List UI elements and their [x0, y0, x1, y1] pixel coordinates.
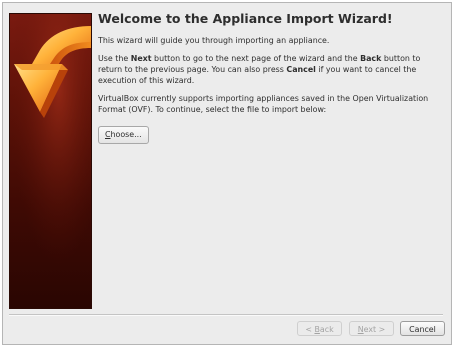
back-keyword: Back — [360, 54, 382, 63]
choose-file-button[interactable]: Choose... — [98, 126, 149, 144]
import-arrow-icon — [10, 14, 91, 308]
cancel-keyword: Cancel — [286, 65, 316, 74]
footer-separator — [9, 314, 443, 316]
next-button[interactable]: Next > — [349, 321, 394, 336]
nav-help-part-2: button to go to the next page of the wiz… — [151, 54, 361, 63]
wizard-title: Welcome to the Appliance Import Wizard! — [98, 11, 393, 26]
ovf-info-text: VirtualBox currently supports importing … — [98, 94, 429, 114]
wizard-content: Welcome to the Appliance Import Wizard! … — [98, 11, 443, 144]
next-keyword: Next — [130, 54, 152, 63]
back-button[interactable]: < Back — [297, 321, 342, 336]
next-label-rest: ext > — [363, 325, 386, 334]
nav-help-part-1: Use the — [98, 54, 131, 63]
import-wizard-window: Welcome to the Appliance Import Wizard! … — [2, 2, 452, 345]
intro-text: This wizard will guide you through impor… — [98, 36, 330, 45]
navigation-help-text: Use the Next button to go to the next pa… — [98, 53, 443, 86]
cancel-button[interactable]: Cancel — [400, 321, 445, 336]
back-label-rest: ack — [319, 325, 334, 334]
wizard-banner — [9, 13, 92, 309]
choose-label-rest: hoose... — [110, 130, 142, 139]
